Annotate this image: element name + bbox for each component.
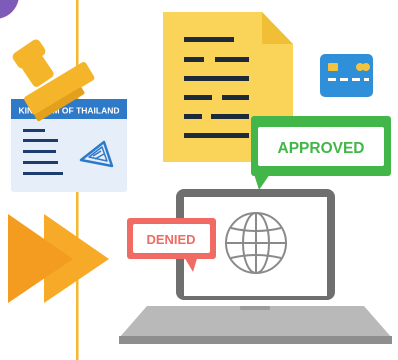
- fast-forward-arrows-icon: [8, 214, 109, 303]
- credit-card-icon: [320, 54, 373, 97]
- denied-label: DENIED: [146, 232, 195, 247]
- visa-card-icon: KINGDOM OF THAILAND: [11, 99, 127, 192]
- purple-corner-accent: [0, 0, 19, 19]
- globe-icon: [225, 212, 287, 274]
- approved-badge: APPROVED: [251, 116, 391, 190]
- approved-label: APPROVED: [278, 140, 365, 157]
- visa-illustration: KINGDOM OF THAILAND APPROVED DENIED: [0, 0, 392, 360]
